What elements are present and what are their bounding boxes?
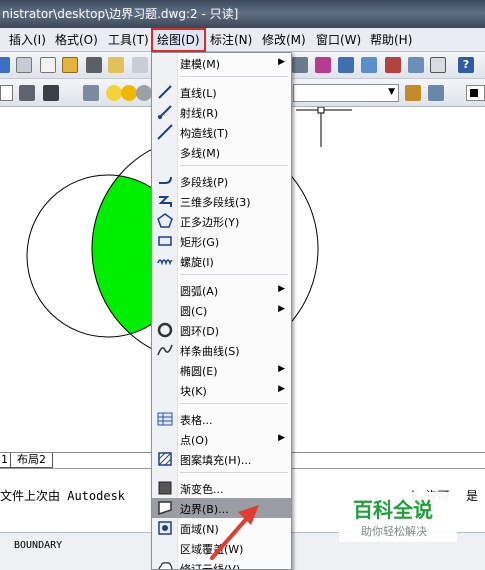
annotation-arrow-shaft	[210, 515, 250, 560]
annotation-arrow-layer	[210, 505, 259, 560]
